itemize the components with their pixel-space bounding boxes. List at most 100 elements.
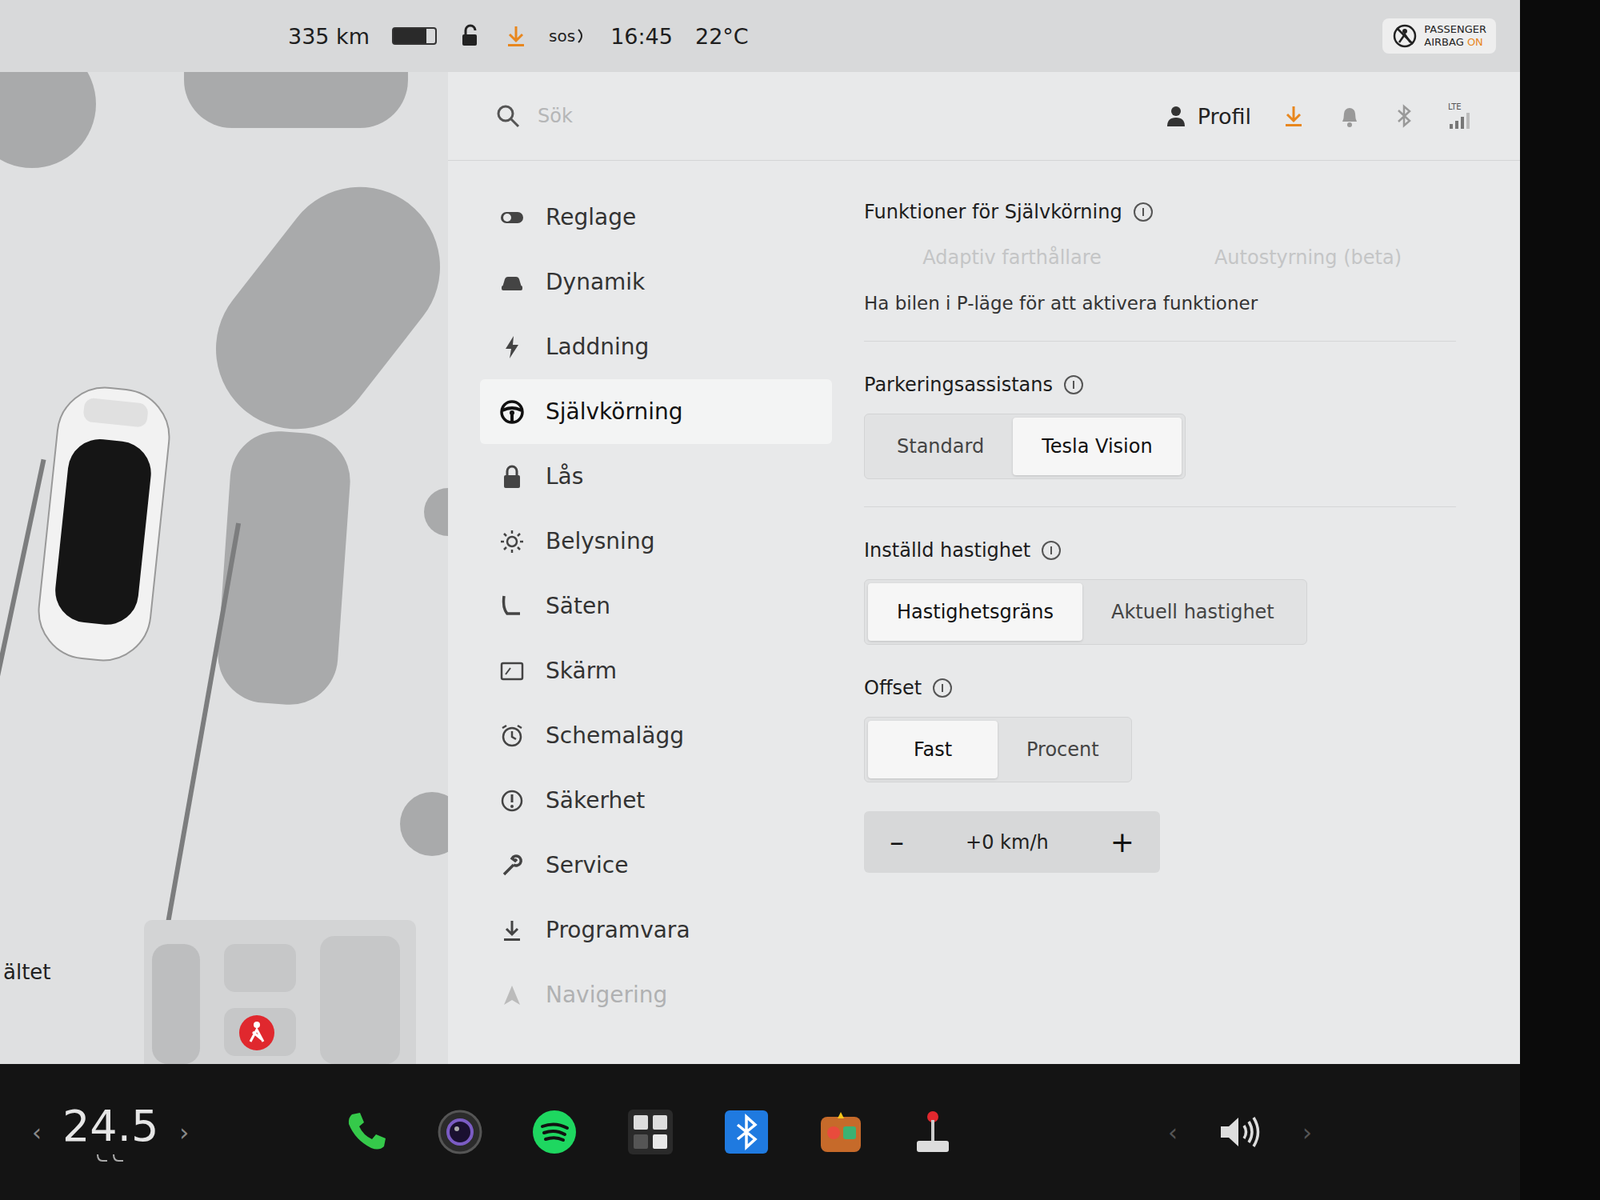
outside-temperature: 22°C (695, 24, 749, 49)
section-title-text: Parkeringsassistans (864, 373, 1053, 396)
obstacle (184, 154, 448, 461)
segment-option[interactable]: Aktuell hastighet (1082, 583, 1304, 641)
sidebar-item[interactable]: Självkörning (480, 379, 832, 444)
download-icon[interactable] (1283, 104, 1304, 128)
airbag-text: PASSENGERAIRBAG ON (1424, 23, 1487, 48)
temp-up-button[interactable]: › (179, 1118, 189, 1147)
segment-option[interactable]: Procent (997, 720, 1128, 779)
sidebar-label[interactable]: Belysning (545, 528, 655, 555)
info-icon[interactable] (1064, 375, 1084, 395)
sidebar-item[interactable]: Belysning (480, 508, 832, 574)
sidebar-item[interactable]: Skärm (480, 638, 832, 704)
sidebar-item[interactable]: Schemalägg (480, 703, 832, 768)
toggle-icon[interactable] (499, 204, 525, 231)
sidebar-item[interactable]: Service (480, 832, 832, 898)
info-icon[interactable] (1041, 540, 1061, 560)
sidebar-label[interactable]: Dynamik (545, 268, 645, 296)
sidebar-item[interactable]: Lås (480, 444, 832, 509)
car-view-label: ältet (3, 960, 52, 984)
seat-icon[interactable] (499, 593, 525, 620)
offset-stepper: –+0 km/h+ (864, 811, 1160, 873)
sidebar-item[interactable]: Säkerhet (480, 768, 832, 833)
sidebar-item[interactable]: Reglage (480, 184, 832, 250)
decrease-button[interactable]: – (880, 825, 914, 859)
sidebar-item[interactable]: Dynamik (480, 249, 832, 315)
sidebar-item[interactable]: Navigering (480, 962, 832, 1028)
segment-option[interactable]: Tesla Vision (1012, 417, 1181, 476)
sidebar-label[interactable]: Självkörning (545, 398, 683, 425)
app-launcher (288, 1107, 1136, 1157)
segmented-control[interactable]: HastighetsgränsAktuell hastighet (864, 579, 1308, 645)
volume-down-button[interactable]: ‹ (1168, 1118, 1178, 1147)
climate-control[interactable]: ‹ 24.5 › (32, 1100, 256, 1164)
seat-heat-icon[interactable] (94, 1151, 127, 1164)
camera-icon[interactable] (436, 1108, 484, 1156)
segmented-control[interactable]: StandardTesla Vision (864, 413, 1186, 480)
search-input[interactable] (536, 104, 780, 128)
volume-up-button[interactable]: › (1302, 1118, 1312, 1147)
arcade-icon[interactable] (817, 1108, 864, 1156)
obstacle (0, 72, 96, 168)
segment-option[interactable]: Fast (868, 720, 998, 779)
header-icons: LTE (1283, 103, 1472, 129)
temp-down-button[interactable]: ‹ (32, 1118, 42, 1147)
profile-button[interactable]: Profil (1165, 104, 1252, 129)
signal-bars-icon (1448, 111, 1472, 129)
segment-option[interactable]: Standard (868, 417, 1013, 476)
airbag-label: AIRBAG (1424, 36, 1464, 48)
battery-fill (393, 28, 427, 44)
sidebar-item[interactable]: Säten (480, 573, 832, 639)
sidebar-label[interactable]: Navigering (545, 981, 668, 1008)
person-icon[interactable] (1165, 104, 1187, 128)
sidebar-label[interactable]: Schemalägg (545, 722, 684, 749)
search-icon[interactable] (496, 104, 520, 128)
segment-option[interactable]: Hastighetsgräns (868, 583, 1083, 641)
phone-icon[interactable] (344, 1109, 389, 1155)
sidebar-label[interactable]: Skärm (545, 657, 617, 684)
info-icon[interactable] (932, 678, 952, 698)
sidebar-item[interactable]: Programvara (480, 897, 832, 963)
bluetooth-app-icon[interactable] (723, 1108, 770, 1156)
download-icon[interactable] (499, 917, 525, 944)
section-title: Parkeringsassistans (864, 373, 1456, 396)
wrench-icon[interactable] (499, 852, 525, 879)
lightning-icon[interactable] (499, 334, 525, 360)
car-icon[interactable] (499, 269, 525, 296)
download-icon[interactable] (505, 24, 527, 48)
increase-button[interactable]: + (1100, 825, 1144, 859)
settings-body: Reglage Dynamik Laddning Självkörning Lås Bel… (448, 160, 1520, 1064)
sidebar-label[interactable]: Reglage (545, 204, 636, 231)
lock-icon[interactable] (499, 464, 525, 490)
toybox-icon[interactable] (625, 1107, 676, 1157)
sidebar-label[interactable]: Programvara (545, 916, 691, 944)
warning-icon[interactable] (499, 788, 525, 814)
sidebar-label[interactable]: Säkerhet (545, 787, 645, 814)
temperature-display[interactable]: 24.5 (62, 1100, 159, 1164)
autopilot-option: Adaptiv farthållare (864, 240, 1160, 276)
joystick-icon[interactable] (912, 1108, 954, 1156)
segmented-control[interactable]: FastProcent (864, 716, 1132, 783)
profile-label[interactable]: Profil (1197, 104, 1252, 129)
info-icon[interactable] (1133, 202, 1153, 222)
search-field[interactable] (496, 104, 1134, 128)
display-icon[interactable] (499, 658, 525, 684)
sidebar-label[interactable]: Lås (545, 463, 584, 490)
alarm-clock-icon[interactable] (499, 723, 525, 749)
bell-icon[interactable] (1339, 104, 1360, 128)
steering-wheel-icon[interactable] (499, 399, 525, 425)
navigation-icon[interactable] (499, 982, 525, 1008)
unlock-icon[interactable] (459, 24, 484, 48)
sidebar-label[interactable]: Service (545, 852, 628, 879)
sidebar-label[interactable]: Laddning (545, 333, 649, 360)
sidebar-item[interactable]: Laddning (480, 314, 832, 380)
sun-icon[interactable] (499, 528, 525, 555)
cabin-temperature[interactable]: 24.5 (62, 1100, 159, 1152)
offset-section: OffsetFastProcent–+0 km/h+ (864, 676, 1456, 900)
clock: 16:45 (610, 24, 673, 49)
bluetooth-icon[interactable] (1395, 104, 1413, 128)
sos-indicator: sos (548, 26, 588, 46)
speaker-icon[interactable] (1217, 1112, 1263, 1152)
spotify-icon[interactable] (531, 1108, 578, 1156)
volume-control[interactable]: ‹› (1168, 1112, 1488, 1152)
sidebar-label[interactable]: Säten (545, 592, 611, 620)
